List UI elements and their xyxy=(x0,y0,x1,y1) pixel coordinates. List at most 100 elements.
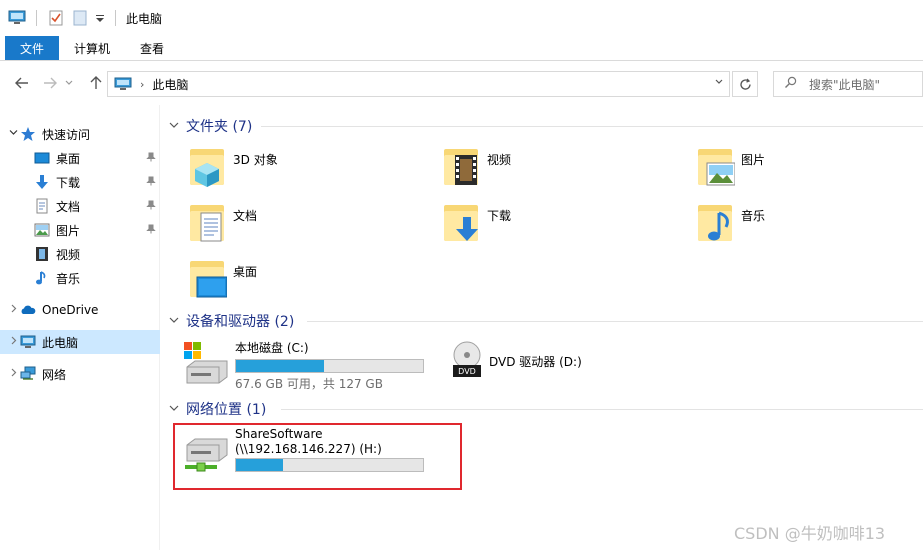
drive-dvd-d[interactable]: DVD DVD 驱动器 (D:) xyxy=(449,339,582,379)
drive-usage-bar xyxy=(235,359,424,373)
window-title: 此电脑 xyxy=(126,11,163,26)
pin-icon[interactable] xyxy=(146,176,156,189)
folder-documents[interactable]: 文档 xyxy=(187,201,407,251)
sidebar-item-quick-access[interactable]: 快速访问 xyxy=(0,122,160,146)
sidebar-item-label: 网络 xyxy=(42,367,67,382)
hard-drive-icon xyxy=(183,339,231,384)
folder-label: 桌面 xyxy=(233,265,258,279)
forward-button[interactable] xyxy=(38,71,62,95)
sidebar-item-onedrive[interactable]: OneDrive xyxy=(0,298,160,322)
desktop-icon xyxy=(34,150,50,166)
sidebar-item-this-pc[interactable]: 此电脑 xyxy=(0,330,160,354)
chevron-right-icon[interactable] xyxy=(6,368,20,380)
pin-icon[interactable] xyxy=(146,224,156,237)
music-icon xyxy=(34,270,50,286)
new-folder-icon[interactable] xyxy=(71,10,89,26)
sidebar-item-videos[interactable]: 视频 xyxy=(0,242,160,266)
ribbon-tabs: 文件 计算机 查看 xyxy=(0,36,923,61)
arrow-left-icon xyxy=(15,77,28,89)
folder-label: 下载 xyxy=(487,209,512,223)
sidebar-item-network[interactable]: 网络 xyxy=(0,362,160,386)
recent-locations-button[interactable] xyxy=(62,71,76,95)
drive-local-c[interactable]: 本地磁盘 (C:) 67.6 GB 可用，共 127 GB xyxy=(183,339,424,392)
breadcrumb-chevron-icon[interactable]: › xyxy=(140,78,144,91)
chevron-down-icon xyxy=(65,80,73,85)
network-icon xyxy=(20,366,36,382)
breadcrumb-this-pc[interactable]: 此电脑 xyxy=(152,76,188,93)
watermark: CSDN @牛奶咖啡13 xyxy=(734,524,886,543)
document-icon xyxy=(34,198,50,214)
downloads-folder-icon xyxy=(441,201,481,245)
folder-label: 视频 xyxy=(487,153,512,167)
refresh-button[interactable] xyxy=(732,71,758,97)
refresh-icon xyxy=(739,78,751,90)
download-icon xyxy=(34,174,50,190)
group-title: 网络位置 (1) xyxy=(186,402,267,418)
tab-file[interactable]: 文件 xyxy=(5,36,60,60)
chevron-down-icon[interactable] xyxy=(6,128,20,140)
address-bar[interactable]: › 此电脑 xyxy=(107,71,730,97)
folder-desktop[interactable]: 桌面 xyxy=(187,257,407,307)
properties-icon[interactable] xyxy=(47,10,65,26)
sidebar-item-downloads[interactable]: 下载 xyxy=(0,170,160,194)
dvd-badge: DVD xyxy=(458,367,476,376)
customize-toolbar-icon[interactable] xyxy=(95,10,105,26)
computer-icon xyxy=(20,334,36,350)
folder-pictures[interactable]: 图片 xyxy=(695,145,915,195)
sidebar-item-music[interactable]: 音乐 xyxy=(0,266,160,290)
back-button[interactable] xyxy=(10,71,34,95)
drive-name: DVD 驱动器 (D:) xyxy=(489,355,582,369)
chevron-down-icon[interactable] xyxy=(169,316,179,327)
group-header-devices[interactable]: 设备和驱动器 (2) xyxy=(169,310,294,332)
address-dropdown-icon[interactable] xyxy=(715,77,723,88)
chevron-down-icon[interactable] xyxy=(169,121,179,132)
computer-icon xyxy=(114,77,132,91)
group-title: 文件夹 (7) xyxy=(186,119,253,135)
video-icon xyxy=(34,246,50,262)
drive-name: 本地磁盘 (C:) xyxy=(235,341,309,355)
music-folder-icon xyxy=(695,201,735,245)
sidebar-item-label: 此电脑 xyxy=(42,335,79,350)
group-divider xyxy=(261,126,923,127)
sidebar-item-label: 视频 xyxy=(56,247,81,262)
pin-icon[interactable] xyxy=(146,200,156,213)
sidebar-item-label: 快速访问 xyxy=(42,127,91,142)
computer-icon xyxy=(8,10,26,26)
chevron-right-icon[interactable] xyxy=(6,336,20,348)
sidebar-item-documents[interactable]: 文档 xyxy=(0,194,160,218)
tab-view[interactable]: 查看 xyxy=(125,36,179,60)
sidebar-item-label: OneDrive xyxy=(42,303,99,317)
up-button[interactable] xyxy=(84,71,108,95)
toolbar-separator xyxy=(36,10,37,26)
highlight-box xyxy=(173,423,462,490)
drive-usage-fill xyxy=(236,360,324,372)
cloud-icon xyxy=(20,302,36,318)
search-icon xyxy=(784,76,797,93)
tab-computer[interactable]: 计算机 xyxy=(59,36,125,60)
group-header-network[interactable]: 网络位置 (1) xyxy=(169,398,266,420)
sidebar-item-pictures[interactable]: 图片 xyxy=(0,218,160,242)
folder-3d-objects[interactable]: 3D 对象 xyxy=(187,145,407,195)
folder-downloads[interactable]: 下载 xyxy=(441,201,661,251)
star-icon xyxy=(20,126,36,142)
sidebar-item-label: 音乐 xyxy=(56,271,81,286)
documents-folder-icon xyxy=(187,201,227,245)
navigation-bar: › 此电脑 搜索"此电脑" xyxy=(0,61,923,105)
dvd-drive-icon: DVD xyxy=(449,339,485,379)
toolbar-separator xyxy=(115,10,116,26)
pin-icon[interactable] xyxy=(146,152,156,165)
folder-videos[interactable]: 视频 xyxy=(441,145,661,195)
folder-music[interactable]: 音乐 xyxy=(695,201,915,251)
search-input[interactable]: 搜索"此电脑" xyxy=(773,71,923,97)
folder-label: 音乐 xyxy=(741,209,766,223)
group-header-folders[interactable]: 文件夹 (7) xyxy=(169,115,252,137)
arrow-right-icon xyxy=(44,77,57,89)
sidebar-item-label: 图片 xyxy=(56,223,81,238)
folder-label: 3D 对象 xyxy=(233,153,278,167)
3d-objects-icon xyxy=(187,145,227,189)
sidebar-item-desktop[interactable]: 桌面 xyxy=(0,146,160,170)
chevron-right-icon[interactable] xyxy=(6,304,20,316)
chevron-down-icon[interactable] xyxy=(169,404,179,415)
search-placeholder: 搜索"此电脑" xyxy=(809,77,881,92)
quick-access-toolbar xyxy=(8,10,120,26)
